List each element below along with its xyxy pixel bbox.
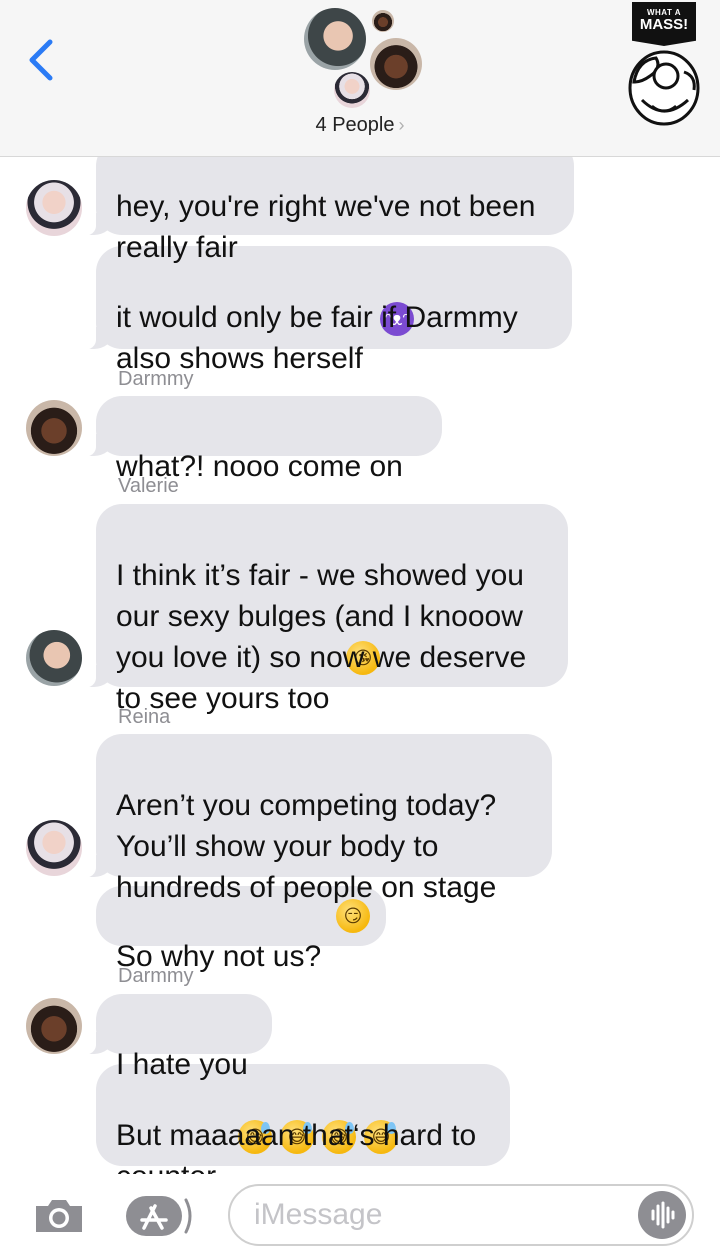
camera-icon[interactable]	[32, 1196, 86, 1236]
message-thread[interactable]: hey, you're right we've not been really …	[0, 140, 720, 1174]
back-button[interactable]	[22, 36, 62, 84]
what-a-mass-logo: WHAT A MASS!	[626, 2, 702, 128]
logo-banner: WHAT A MASS!	[632, 2, 696, 46]
message-text: I hate you	[116, 1048, 248, 1081]
audio-message-button[interactable]	[638, 1191, 686, 1239]
message-text: I think it’s fair - we showed you our se…	[116, 559, 527, 715]
message-bubble[interactable]: I hate you	[76, 994, 272, 1081]
avatar-reina[interactable]	[26, 820, 82, 876]
message-text: what?! nooo come on	[116, 450, 403, 483]
message-text: Aren’t you competing today? You’ll show …	[116, 789, 497, 904]
group-members-label: 4 People	[315, 114, 395, 136]
imessage-placeholder: iMessage	[254, 1198, 383, 1231]
conversation-header: 4 People › WHAT A MASS!	[0, 0, 720, 157]
group-members-button[interactable]: 4 People ›	[0, 114, 720, 137]
group-avatar-darmmy[interactable]	[370, 38, 422, 90]
avatar-valerie[interactable]	[26, 630, 82, 686]
imessage-input[interactable]: iMessage	[228, 1184, 694, 1246]
message-bubble[interactable]: what?! nooo come on	[76, 396, 442, 483]
group-avatar-reina[interactable]	[334, 72, 370, 108]
flexing-mascot-icon	[628, 50, 700, 126]
avatar-reina[interactable]	[26, 180, 82, 236]
compose-bar: iMessage	[0, 1174, 720, 1258]
app-store-icon[interactable]	[124, 1194, 196, 1238]
chevron-right-icon: ›	[398, 115, 405, 135]
avatar-darmmy[interactable]	[26, 998, 82, 1054]
message-bubble[interactable]: Aren’t you competing today? You’ll show …	[76, 734, 552, 904]
message-bubble[interactable]: I think it’s fair - we showed you our se…	[76, 504, 568, 715]
smirk-emoji: 😏	[336, 899, 370, 933]
avatar-darmmy[interactable]	[26, 400, 82, 456]
logo-big-text: MASS!	[639, 16, 689, 33]
message-text: it would only be fair if Darmmy also sho…	[116, 301, 518, 375]
audio-waveform-icon	[651, 1201, 675, 1229]
group-avatar-valerie[interactable]	[304, 8, 366, 70]
group-avatar-darmmy-small[interactable]	[372, 10, 394, 32]
logo-small-text: WHAT A	[646, 8, 682, 17]
message-text: But maaaaan that‘s hard to counter	[116, 1119, 477, 1174]
message-text: So why not us?	[116, 940, 322, 973]
